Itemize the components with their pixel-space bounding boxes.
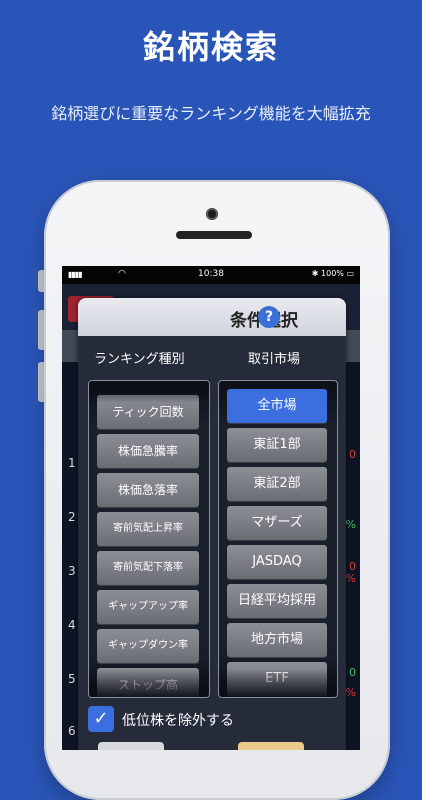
help-icon[interactable]: ? [258,306,280,328]
row-change-value: 0 [349,666,356,679]
ranking-type-option[interactable]: 寄前気配下落率 [97,551,199,585]
check-icon[interactable]: ✓ [88,706,114,732]
battery-indicator: ✱ 100% ▭ [311,269,354,278]
row-change-value: 0 [349,448,356,461]
ranking-type-option[interactable]: ストップ高 [97,668,199,697]
market-picker[interactable]: 全市場 東証1部 東証2部 マザーズ JASDAQ 日経平均採用 地方市場 ET… [218,380,338,698]
cancel-button[interactable] [98,742,164,750]
row-number: 6 [68,724,76,738]
row-number: 3 [68,564,76,578]
ranking-type-option[interactable]: ティック回数 [97,395,199,429]
condition-select-modal: 条件選択 ? ランキング種別 取引市場 ティック回数 株価急騰率 株価急落率 寄… [78,298,346,750]
ranking-type-option[interactable]: 株価急騰率 [97,434,199,468]
market-option[interactable]: 東証1部 [227,428,327,462]
ranking-type-picker[interactable]: ティック回数 株価急騰率 株価急落率 寄前気配上昇率 寄前気配下落率 ギャップア… [88,380,210,698]
modal-header: 条件選択 ? [78,298,346,336]
market-option[interactable]: JASDAQ [227,545,327,579]
ranking-type-option[interactable]: ギャップダウン率 [97,629,199,663]
row-change-value: % [345,572,356,585]
market-option[interactable]: ETF [227,662,327,696]
ranking-type-option[interactable]: ギャップアップ率 [97,590,199,624]
market-option[interactable]: 地方市場 [227,623,327,657]
market-label: 取引市場 [248,352,301,367]
row-number: 1 [68,456,76,470]
row-change-value: % [345,686,356,699]
ranking-type-option[interactable]: 株価急落率 [97,473,199,507]
row-number: 5 [68,672,76,686]
hero-title: 銘柄検索 [142,28,279,66]
phone-speaker [176,231,252,239]
ranking-type-label: ランキング種別 [94,352,185,367]
exclude-low-price-label: 低位株を除外する [122,713,234,729]
market-option[interactable]: マザーズ [227,506,327,540]
row-number: 2 [68,510,76,524]
ranking-type-option[interactable]: 寄前気配上昇率 [97,512,199,546]
market-option[interactable]: 日経平均採用 [227,584,327,618]
row-change-value: % [345,518,356,531]
phone-screen: ▮▮▮▮ ◠ 10:38 ✱ 100% ▭ 1 2 3 4 5 6 0 % 0 … [62,266,360,750]
row-number: 4 [68,618,76,632]
market-option[interactable]: 東証2部 [227,467,327,501]
front-camera [206,208,218,220]
hero-subtitle: 銘柄選びに重要なランキング機能を大幅拡充 [51,104,371,123]
status-bar: ▮▮▮▮ ◠ 10:38 ✱ 100% ▭ [62,266,360,284]
ok-button[interactable] [238,742,304,750]
exclude-low-price-row[interactable]: ✓ 低位株を除外する [88,706,338,736]
market-option-selected[interactable]: 全市場 [227,389,327,423]
